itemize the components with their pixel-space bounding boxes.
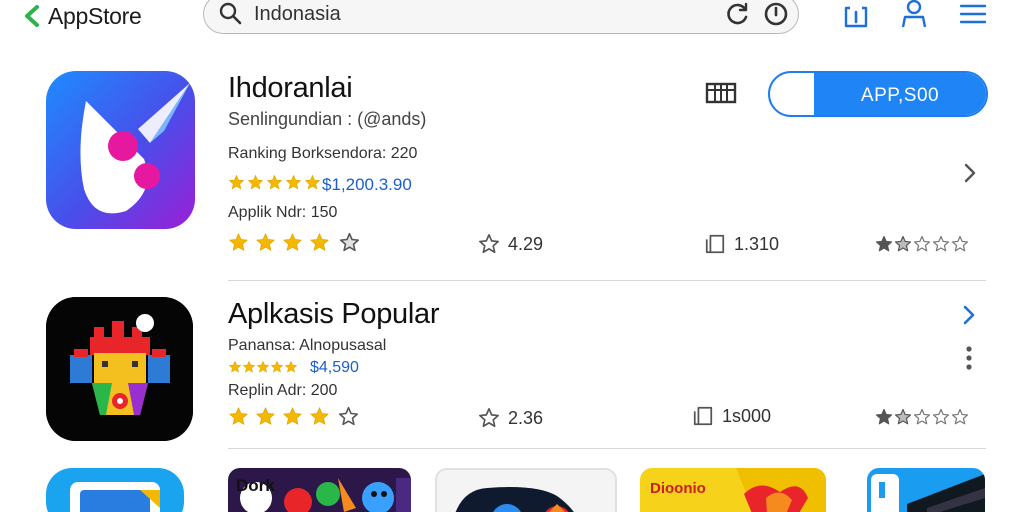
star-filled-icon (875, 408, 893, 425)
star-empty-icon (913, 408, 931, 425)
downloads-meta: 1s000 (692, 405, 771, 427)
screenshot-thumbnail[interactable]: Dork (228, 468, 411, 512)
star-empty-icon (951, 408, 969, 425)
thumbnail-label: Dork (236, 476, 275, 495)
refresh-icon[interactable] (724, 0, 752, 28)
app-icon-paint[interactable] (46, 71, 195, 229)
rating-meta: 2.36 (478, 407, 543, 429)
search-icon (219, 2, 242, 25)
star-filled-icon (894, 408, 912, 425)
get-app-button[interactable]: APP,S00 (768, 71, 988, 117)
top-bar: AppStore (0, 0, 1024, 34)
star-filled-icon (248, 175, 263, 190)
menu-icon[interactable] (958, 0, 988, 30)
search-bar[interactable] (203, 0, 799, 34)
divider (228, 448, 986, 449)
star-filled-icon (229, 407, 248, 425)
app-subtitle: Senlingundian : (@ands) (228, 109, 427, 129)
downloads-value: 1s000 (722, 405, 772, 426)
star-filled-icon (894, 235, 912, 252)
copy-icon (693, 406, 713, 426)
chevron-right-icon[interactable] (962, 162, 978, 184)
star-rating-small (228, 360, 298, 374)
star-rating-small (228, 174, 321, 191)
star-filled-icon (283, 407, 302, 425)
more-options-icon[interactable] (964, 344, 974, 372)
star-empty-icon (913, 235, 931, 252)
share-icon[interactable] (841, 0, 871, 30)
star-filled-icon (286, 175, 301, 190)
app-price: $1,200.3.90 (322, 175, 412, 194)
account-icon[interactable] (899, 0, 929, 30)
star-filled-icon (229, 233, 248, 251)
star-outline-icon (479, 234, 499, 254)
star-filled-icon (242, 360, 256, 373)
app-info: Replin Adr: 200 (228, 382, 338, 399)
star-outline-icon[interactable] (338, 406, 359, 427)
search-input[interactable] (254, 0, 714, 28)
user-rating-stars (875, 235, 969, 253)
rating-value: 4.29 (508, 233, 544, 254)
star-filled-icon (228, 360, 242, 373)
star-filled-icon (229, 175, 244, 190)
get-button-label: APP,S00 (860, 85, 940, 106)
star-empty-icon (932, 235, 950, 252)
star-filled-icon (310, 407, 329, 425)
star-filled-icon (256, 360, 270, 373)
app-icon-partial[interactable] (46, 468, 184, 512)
star-rating-large (228, 232, 330, 253)
star-filled-icon (284, 360, 298, 373)
app-title[interactable]: Aplkasis Popular (228, 298, 440, 331)
star-filled-icon (305, 175, 320, 190)
app-info: Applik Ndr: 150 (228, 204, 338, 221)
star-filled-icon (310, 233, 329, 251)
copy-icon (705, 234, 725, 254)
star-outline-icon (479, 408, 499, 428)
star-filled-icon (270, 360, 284, 373)
app-ranking: Ranking Borksendora: 220 (228, 145, 418, 162)
app-subtitle: Panansa: Alnopusasal (228, 337, 387, 354)
star-filled-icon (256, 233, 275, 251)
star-filled-icon (875, 235, 893, 252)
brand-name: AppStore (48, 2, 142, 29)
star-filled-icon (267, 175, 282, 190)
thumbnail-label: Dioonio (650, 480, 706, 497)
chevron-right-icon[interactable] (961, 304, 977, 326)
downloads-meta: 1.310 (704, 233, 779, 255)
screenshot-thumbnail[interactable] (867, 468, 985, 512)
clock-icon[interactable] (761, 0, 791, 29)
star-filled-icon (283, 233, 302, 251)
screenshot-thumbnail[interactable]: Dioonio (640, 468, 826, 512)
star-rating-large (228, 406, 330, 427)
star-filled-icon (256, 407, 275, 425)
rating-meta: 4.29 (478, 233, 543, 255)
star-outline-icon[interactable] (339, 232, 360, 253)
appstore-logo[interactable]: AppStore (22, 2, 142, 30)
app-price: $4,590 (310, 359, 359, 376)
grid-table-icon[interactable] (705, 80, 737, 106)
star-empty-icon (932, 408, 950, 425)
back-chevron-icon[interactable] (22, 4, 44, 28)
screenshot-thumbnail[interactable] (435, 468, 617, 512)
star-empty-icon (951, 235, 969, 252)
user-rating-stars (875, 408, 969, 426)
rating-value: 2.36 (508, 407, 544, 428)
divider (228, 280, 986, 281)
app-icon-castle[interactable] (46, 297, 193, 441)
app-title[interactable]: Ihdoranlai (228, 72, 353, 105)
downloads-value: 1.310 (734, 233, 780, 254)
